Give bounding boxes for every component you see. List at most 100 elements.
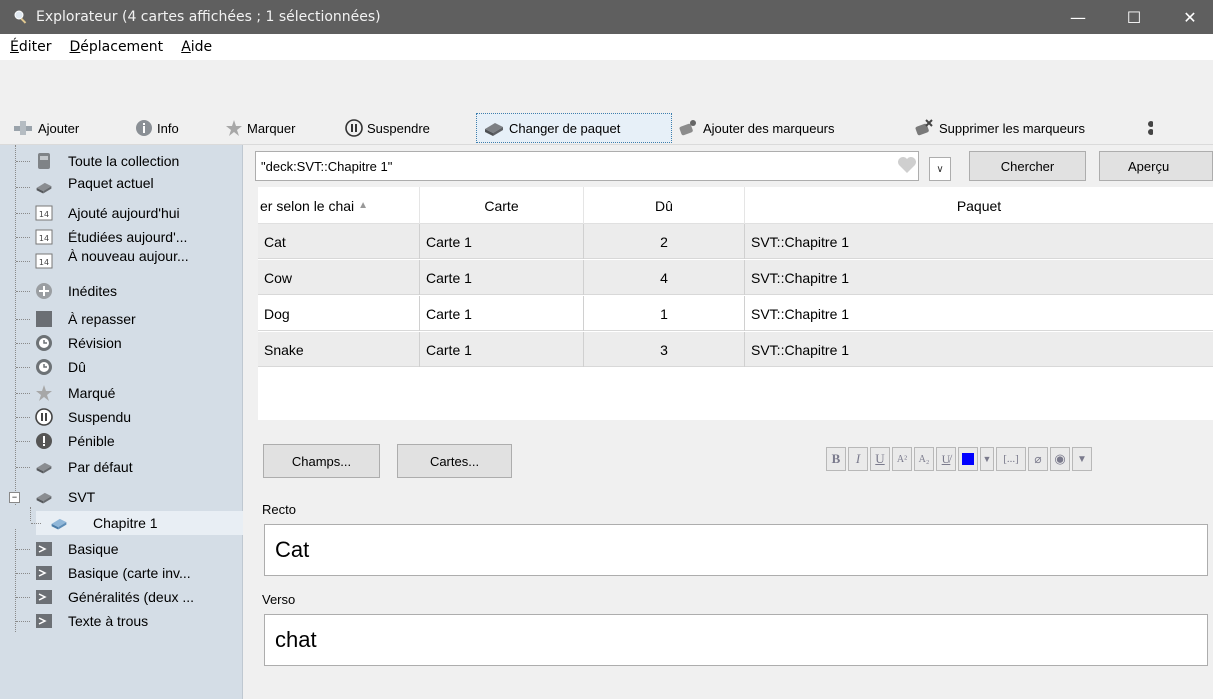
sidebar-item-studied-today[interactable]: 14 Étudiées aujourd'... — [0, 225, 243, 249]
sort-up-icon: ▲ — [358, 200, 369, 211]
superscript-button[interactable]: A² — [892, 447, 912, 471]
change-deck-button[interactable]: Changer de paquet — [476, 113, 672, 143]
calendar-icon: 14 — [35, 204, 53, 222]
sidebar-item-whole-collection[interactable]: Toute la collection — [0, 149, 243, 173]
add-label: Ajouter — [38, 120, 80, 136]
search-value: "deck:SVT::Chapitre 1" — [261, 158, 393, 174]
sidebar-item-due[interactable]: Dû — [0, 355, 243, 379]
triangle-down-icon: ▼ — [1077, 453, 1087, 465]
search-button[interactable]: Chercher — [969, 151, 1086, 181]
search-app-icon — [14, 10, 27, 24]
mark-button[interactable]: Marquer — [219, 114, 339, 142]
toolbar: Ajouter Info Marquer Suspendre Changer d… — [0, 60, 1213, 145]
menu-help[interactable]: Aide — [172, 39, 221, 55]
add-button[interactable]: Ajouter — [0, 114, 129, 142]
info-button[interactable]: Info — [129, 114, 219, 142]
suspend-button[interactable]: Suspendre — [339, 114, 477, 142]
bold-button[interactable]: B — [826, 447, 846, 471]
sidebar-item-default-deck[interactable]: Par défaut — [0, 455, 243, 479]
cell-deck: SVT::Chapitre 1 — [751, 233, 850, 250]
underline-button[interactable]: U — [870, 447, 890, 471]
column-header-deck[interactable]: Paquet — [745, 187, 1213, 224]
sidebar-tree: Toute la collection Paquet actuel 14 Ajo… — [0, 145, 243, 699]
toolbar-overflow-icon[interactable] — [1143, 114, 1163, 142]
sidebar-item-marked[interactable]: Marqué — [0, 381, 243, 405]
add-tags-icon — [679, 120, 696, 136]
collapse-icon[interactable]: − — [9, 492, 20, 503]
plus-icon — [35, 282, 53, 300]
front-field[interactable]: Cat — [264, 524, 1208, 576]
cell-sort-field: Dog — [258, 296, 420, 331]
remove-tags-label: Supprimer les marqueurs — [939, 120, 1085, 136]
cell-card: Carte 1 — [420, 224, 584, 259]
sidebar-item-added-today[interactable]: 14 Ajouté aujourd'hui — [0, 201, 243, 225]
cell-card: Carte 1 — [420, 296, 584, 331]
record-button[interactable]: ◉ — [1050, 447, 1070, 471]
sidebar-item-label: Étudiées aujourd'... — [68, 229, 188, 245]
sidebar-item-new[interactable]: Inédites — [0, 279, 243, 303]
cloze-button[interactable]: [...] — [996, 447, 1026, 471]
chevron-down-icon: ∨ — [936, 163, 944, 175]
search-input[interactable]: "deck:SVT::Chapitre 1" — [255, 151, 919, 181]
preview-button[interactable]: Aperçu — [1099, 151, 1213, 181]
sidebar-item-label: Inédites — [68, 283, 118, 299]
sidebar-item-generalites[interactable]: Généralités (deux ... — [0, 585, 243, 609]
menu-edit[interactable]: Éditer — [0, 39, 61, 55]
more-button[interactable]: ▼ — [1072, 447, 1092, 471]
column-header-sort-field[interactable]: er selon le chai ▲ — [258, 187, 420, 224]
menu-move[interactable]: Déplacement — [61, 39, 173, 55]
sidebar-item-basic-reverse[interactable]: Basique (carte inv... — [0, 561, 243, 585]
clear-format-button[interactable]: U̸ — [936, 447, 956, 471]
table-header: er selon le chai ▲ Carte Dû Paquet — [258, 187, 1213, 224]
back-field[interactable]: chat — [264, 614, 1208, 666]
menu-bar: Éditer Déplacement Aide — [0, 34, 1213, 60]
format-toolbar: B I U A² A₂ U̸ ▼ [...] ⌀ ◉ ▼ — [826, 447, 1094, 475]
text-color-button[interactable] — [958, 447, 978, 471]
add-tags-button[interactable]: Ajouter des marqueurs — [671, 114, 907, 142]
sidebar-item-basic[interactable]: Basique — [0, 537, 243, 561]
sidebar-item-chapitre-1[interactable]: Chapitre 1 — [31, 511, 243, 535]
cell-sort-field: Snake — [258, 332, 420, 367]
sidebar-item-review[interactable]: Révision — [0, 331, 243, 355]
remove-tags-button[interactable]: Supprimer les marqueurs — [907, 114, 1143, 142]
title-bar: Explorateur (4 cartes affichées ; 1 séle… — [0, 0, 1213, 34]
remove-tags-icon — [915, 119, 933, 136]
table-row[interactable]: Cat Carte 1 2 SVT::Chapitre 1 — [258, 224, 1213, 259]
sidebar-item-svt[interactable]: − SVT — [0, 485, 243, 509]
color-dropdown-button[interactable]: ▼ — [980, 447, 994, 471]
sidebar-item-label: Paquet actuel — [68, 175, 154, 191]
cards-button[interactable]: Cartes... — [397, 444, 512, 478]
table-row[interactable]: Cow Carte 1 4 SVT::Chapitre 1 — [258, 260, 1213, 295]
add-tags-label: Ajouter des marqueurs — [703, 120, 835, 136]
cell-deck: SVT::Chapitre 1 — [751, 305, 850, 322]
cell-card: Carte 1 — [420, 260, 584, 295]
close-button[interactable]: ✕ — [1167, 0, 1213, 34]
sidebar-item-learning[interactable]: À repasser — [0, 307, 243, 331]
cell-deck: SVT::Chapitre 1 — [751, 341, 850, 358]
heart-icon[interactable] — [896, 154, 918, 176]
search-history-dropdown[interactable]: ∨ — [929, 157, 951, 181]
sidebar-item-label: Ajouté aujourd'hui — [68, 205, 180, 221]
table-row[interactable]: Dog Carte 1 1 SVT::Chapitre 1 — [258, 296, 1213, 331]
sidebar-item-suspended[interactable]: Suspendu — [0, 405, 243, 429]
preview-button-label: Aperçu — [1128, 158, 1170, 174]
column-header-due[interactable]: Dû — [584, 187, 745, 224]
deck-icon — [50, 514, 68, 532]
sidebar-item-leech[interactable]: Pénible — [0, 429, 243, 453]
deck-icon — [35, 458, 53, 476]
front-field-label: Recto — [262, 502, 296, 517]
subscript-button[interactable]: A₂ — [914, 447, 934, 471]
attach-button[interactable]: ⌀ — [1028, 447, 1048, 471]
italic-button[interactable]: I — [848, 447, 868, 471]
fields-button[interactable]: Champs... — [263, 444, 380, 478]
sidebar-item-again-today[interactable]: 14 À nouveau aujour... — [0, 249, 243, 273]
deck-icon — [35, 178, 53, 196]
search-button-label: Chercher — [1000, 158, 1055, 174]
column-header-card[interactable]: Carte — [420, 187, 584, 224]
sidebar-item-current-deck[interactable]: Paquet actuel — [0, 175, 243, 199]
minimize-button[interactable]: — — [1055, 0, 1101, 34]
table-row[interactable]: Snake Carte 1 3 SVT::Chapitre 1 — [258, 332, 1213, 367]
cell-due: 2 — [584, 224, 745, 259]
maximize-button[interactable]: ☐ — [1111, 0, 1157, 34]
sidebar-item-cloze[interactable]: Texte à trous — [0, 609, 243, 633]
